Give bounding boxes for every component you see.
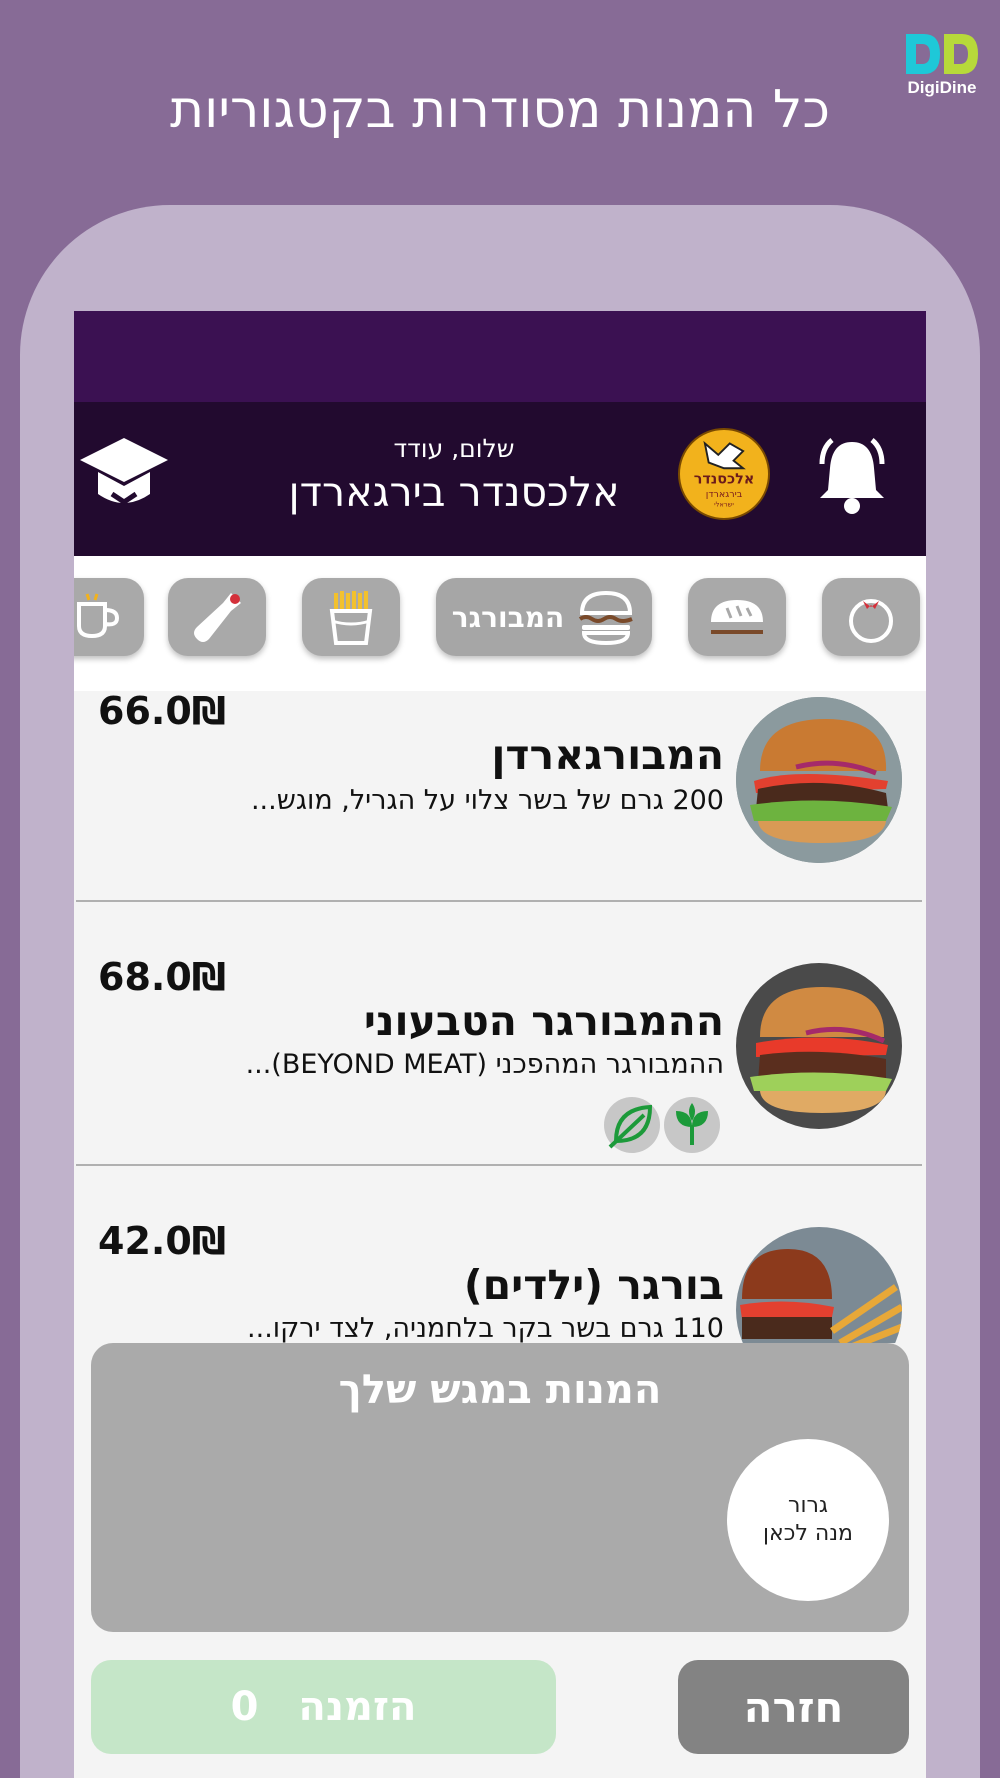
leaf-icon — [608, 1104, 653, 1149]
dish-image — [736, 1227, 902, 1343]
burger-icon — [579, 590, 633, 645]
drop-zone-line1: גרור — [788, 1493, 828, 1518]
dish-image — [736, 963, 902, 1129]
category-drinks[interactable] — [168, 578, 266, 656]
drop-zone-line2: מנה לכאן — [763, 1521, 853, 1546]
greeting: שלום, עודד — [393, 434, 515, 463]
vegan-badge — [664, 1097, 720, 1153]
order-count: 0 — [230, 1684, 259, 1730]
dish-name: המבורגארדן — [491, 731, 724, 779]
graduation-cap-icon[interactable] — [78, 432, 170, 522]
dish-name: ההמבורגר הטבעוני — [363, 997, 724, 1045]
dish-price: 66.0₪ — [98, 691, 227, 733]
restaurant-name: אלכסנדר בירגארדן — [288, 468, 620, 516]
category-fries[interactable] — [302, 578, 400, 656]
dish-description: 110 גרם בשר בקר בלחמניה, לצד ירקו... — [247, 1313, 724, 1343]
dish-price: 42.0₪ — [98, 1219, 227, 1263]
restaurant-logo-sub2: ישראלי — [714, 501, 734, 509]
order-button-label: הזמנה — [298, 1684, 417, 1730]
category-burger[interactable]: המבורגר — [436, 578, 652, 656]
category-coffee[interactable] — [74, 578, 144, 656]
dish-image — [736, 697, 902, 863]
drop-zone[interactable]: גרור מנה לכאן — [727, 1439, 889, 1601]
vegan-icon — [676, 1103, 708, 1145]
tomato-icon — [849, 599, 893, 643]
category-strip: המבורגר — [74, 556, 926, 691]
app-header: שלום, עודד אלכסנדר בירגארדן אלכסנדר בירג… — [74, 402, 926, 556]
order-button[interactable]: הזמנה 0 — [91, 1660, 556, 1754]
bell-icon[interactable] — [814, 434, 890, 518]
restaurant-logo: אלכסנדר בירגארדן ישראלי — [678, 428, 770, 520]
dish-list: 66.0₪ המבורגארדן 200 גרם של בשר צלוי על … — [74, 691, 926, 1343]
restaurant-logo-text: אלכסנדר — [694, 472, 755, 488]
dish-description: ההמבורגר המהפכני (BEYOND MEAT)... — [245, 1049, 724, 1080]
coffee-icon — [77, 593, 120, 639]
dish-name: בורגר (ילדים) — [463, 1261, 724, 1309]
back-button-label: חזרה — [743, 1682, 844, 1732]
order-tray[interactable]: המנות במגש שלך גרור מנה לכאן — [91, 1343, 909, 1632]
status-bar — [74, 311, 926, 402]
dish-price: 68.0₪ — [98, 955, 227, 999]
dish-description: 200 גרם של בשר צלוי על הגריל, מוגש... — [250, 785, 724, 816]
restaurant-logo-sub: בירגארדן — [706, 489, 743, 500]
fries-icon — [329, 591, 373, 645]
bottle-icon — [194, 593, 241, 642]
divider — [76, 900, 922, 902]
category-salad[interactable] — [822, 578, 920, 656]
page-headline: כל המנות מסודרות בקטגוריות — [169, 80, 830, 140]
dish-item[interactable]: 42.0₪ בורגר (ילדים) 110 גרם בשר בקר בלחמ… — [74, 1205, 926, 1343]
tray-title: המנות במגש שלך — [338, 1367, 662, 1413]
bread-icon — [711, 600, 763, 634]
leaf-badge — [604, 1097, 660, 1153]
divider — [76, 1164, 922, 1166]
back-button[interactable]: חזרה — [678, 1660, 909, 1754]
category-label: המבורגר — [451, 600, 565, 634]
category-bread[interactable] — [688, 578, 786, 656]
